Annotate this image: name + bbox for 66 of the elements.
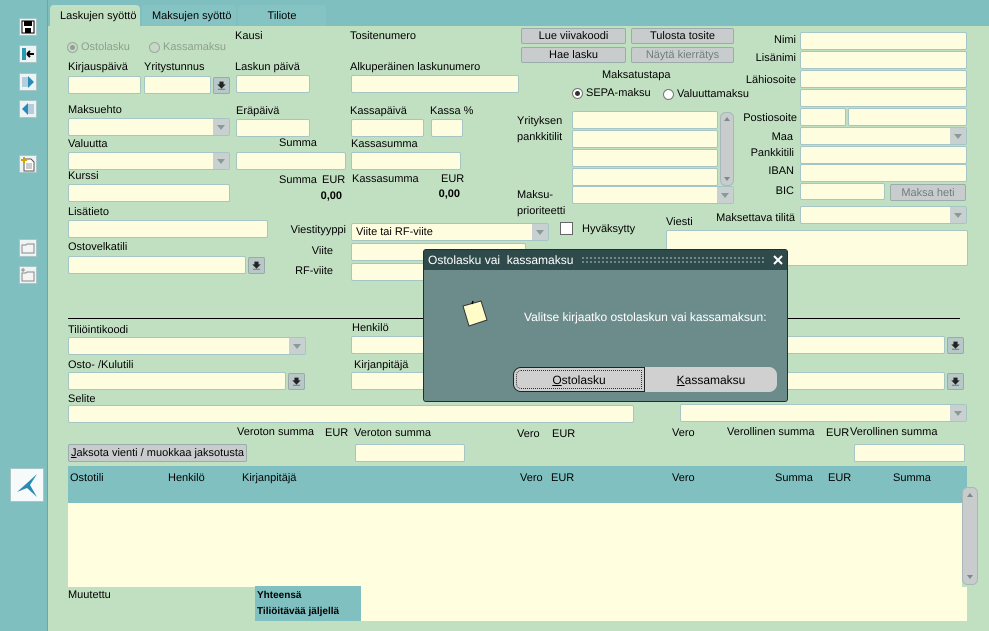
field-label: EUR [322,174,346,187]
dialog-title: Ostolasku vai kassamaksu [428,253,574,267]
field-label: Tositenumero [350,30,416,43]
field-label: Selite [68,393,96,406]
field-label: Pankkitili [750,147,794,160]
column-header: Summa [893,472,931,484]
field-label: Tiliöintikoodi [68,324,128,337]
field-label: Postiosoite [743,112,797,125]
field-label: Kirjanpitäjä [354,359,408,372]
field-label: Kurssi [68,170,99,183]
field-label: Osto- /Kulutili [68,359,134,372]
field-label: Viesti [666,216,693,229]
field-label: Ostovelkatili [68,241,128,254]
field-label: Alkuperäinen laskunumero [350,61,480,74]
totals-label: Yhteensä [257,590,302,601]
field-label: Laskun päivä [235,61,300,74]
field-label: Kirjauspäivä [68,61,128,74]
field-label: Kassasumma [352,173,419,186]
field-label: Vero [672,427,695,440]
field-label: Maksatustapa [602,69,670,82]
field-label: Kausi [235,30,263,43]
field-label: Valuutta [68,138,108,151]
field-label: Veroton summa [354,427,432,440]
field-label: Yrityksen pankkitilit [517,114,564,145]
field-label: Kassapäivä [350,105,407,118]
field-label: Maa [772,131,793,144]
column-header: Ostotili [70,472,104,484]
column-header: Kirjanpitäjä [242,472,296,484]
field-label: EUR [325,427,348,440]
field-label: Kassasumma [351,138,418,151]
field-label: Lisätieto [68,206,109,219]
field-label: Yritystunnus [144,61,205,74]
field-label: Kassa % [430,105,474,118]
field-label: EUR [826,427,850,440]
field-label: Maksu-prioriteetti [517,188,566,219]
field-label: Nimi [774,34,796,47]
column-header: Summa [775,472,813,484]
field-label: Verollinen summa [850,426,938,439]
field-label: IBAN [768,165,794,178]
field-label: Maksettava tilitä [716,212,795,225]
field-label: Lähiosoite [746,74,796,87]
field-label: Eräpäivä [236,105,280,118]
field-label: Viite [312,245,333,258]
amount-value: 0,00 [320,190,342,203]
field-label: BIC [776,185,794,198]
field-label: Veroton summa [237,426,314,439]
amount-value: 0,00 [438,188,460,201]
column-header: Vero [520,472,543,484]
column-header: EUR [551,472,574,484]
field-label: Maksuehto [68,104,122,117]
field-label: Muutettu [68,589,111,602]
column-header: Vero [672,472,695,484]
field-label: Summa [279,137,317,150]
field-label: Lisänimi [756,52,796,65]
field-label: EUR [552,428,576,441]
column-header: EUR [828,472,852,484]
field-label: Viestityyppi [290,224,346,237]
field-label: EUR [441,173,464,186]
dialog-message: Valitse kirjaatko ostolaskun vai kassamaksun: [524,310,767,324]
field-label: Henkilö [352,322,389,335]
totals-label: Tiliöitävää jäljellä [257,606,340,617]
field-label: Vero [517,428,540,441]
field-label: RF-viite [295,265,333,278]
field-label: Verollinen summa [727,426,814,439]
field-label: Summa [279,174,317,187]
column-header: Henkilö [168,472,205,484]
